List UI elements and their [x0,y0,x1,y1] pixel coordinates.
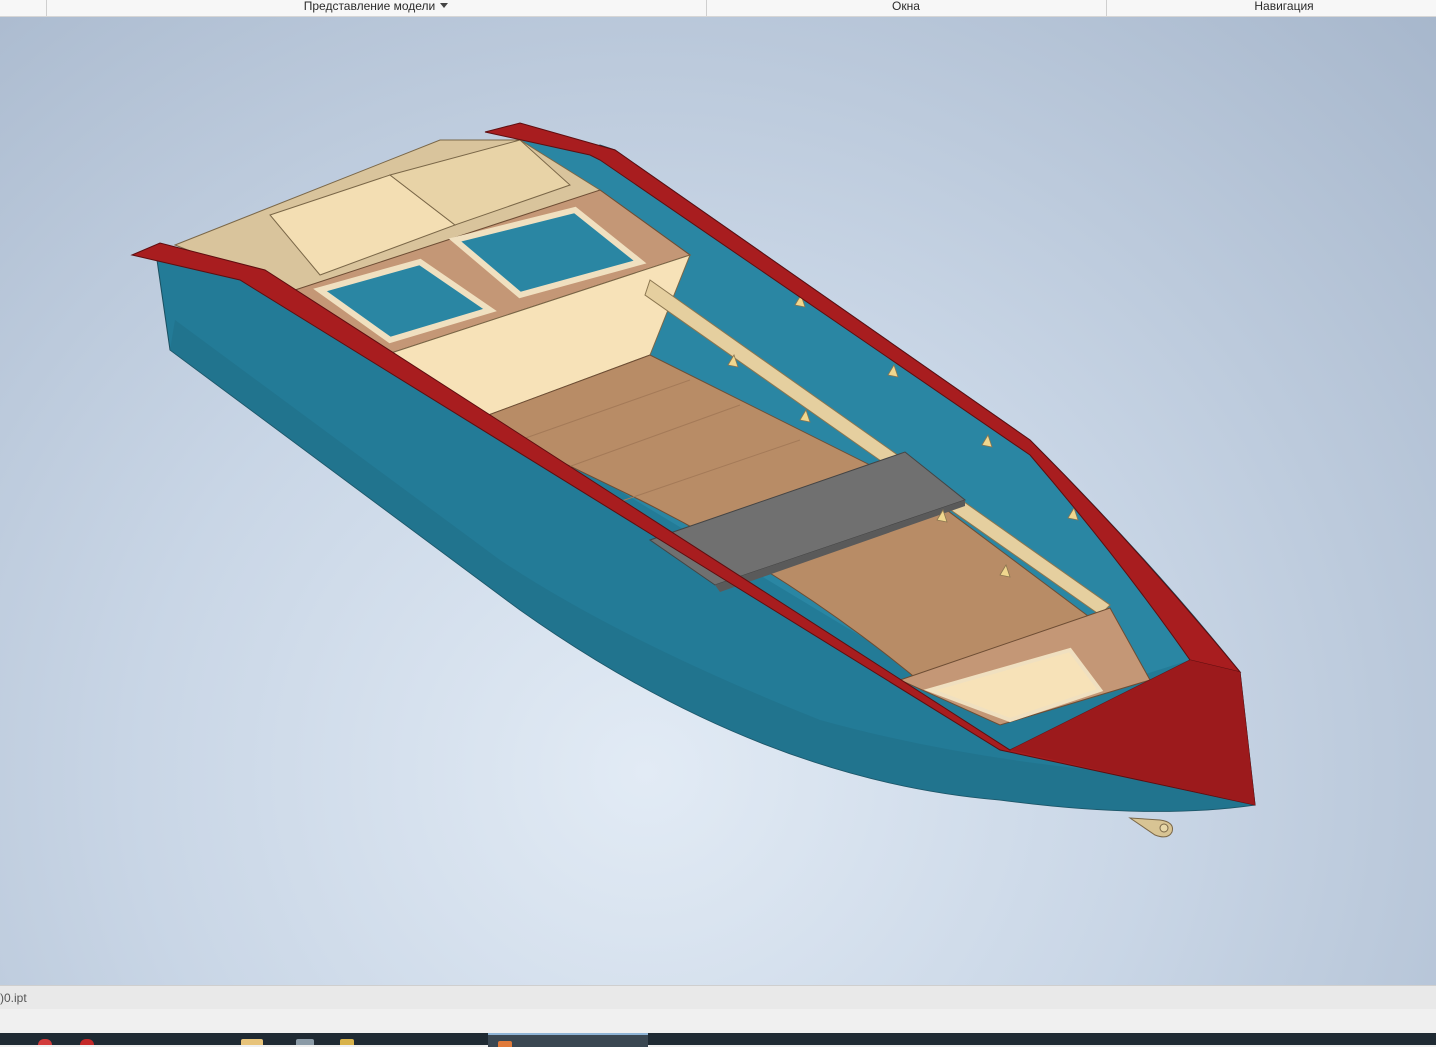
inventor-app-icon [498,1041,512,1047]
document-name: )0.ipt [0,991,27,1005]
app-icon-red-2[interactable] [80,1039,94,1045]
graphics-viewport[interactable] [0,17,1436,985]
ribbon-group-navigation-label: Навигация [1254,0,1314,13]
ribbon-group-windows-label: Окна [892,0,920,13]
document-tab-strip [0,1009,1436,1033]
taskbar [0,1033,1436,1047]
chevron-down-icon[interactable] [440,3,449,8]
status-bar: )0.ipt [0,985,1436,1010]
ribbon-panel-labels: Представление модели Окна Навигация [0,0,1436,17]
ribbon-group-model-view-label: Представление модели [303,0,436,13]
ribbon-group-windows[interactable]: Окна [706,0,1106,16]
bow-eye-hole [1159,823,1169,833]
boat-3d-model[interactable] [0,17,1436,985]
folder-icon[interactable] [241,1039,263,1045]
app-icon[interactable] [296,1039,314,1045]
app-icon-red[interactable] [38,1039,52,1045]
ribbon-group-model-view[interactable]: Представление модели [46,0,706,16]
ribbon-group-navigation[interactable]: Навигация [1106,0,1436,16]
app-icon-2[interactable] [340,1039,354,1045]
